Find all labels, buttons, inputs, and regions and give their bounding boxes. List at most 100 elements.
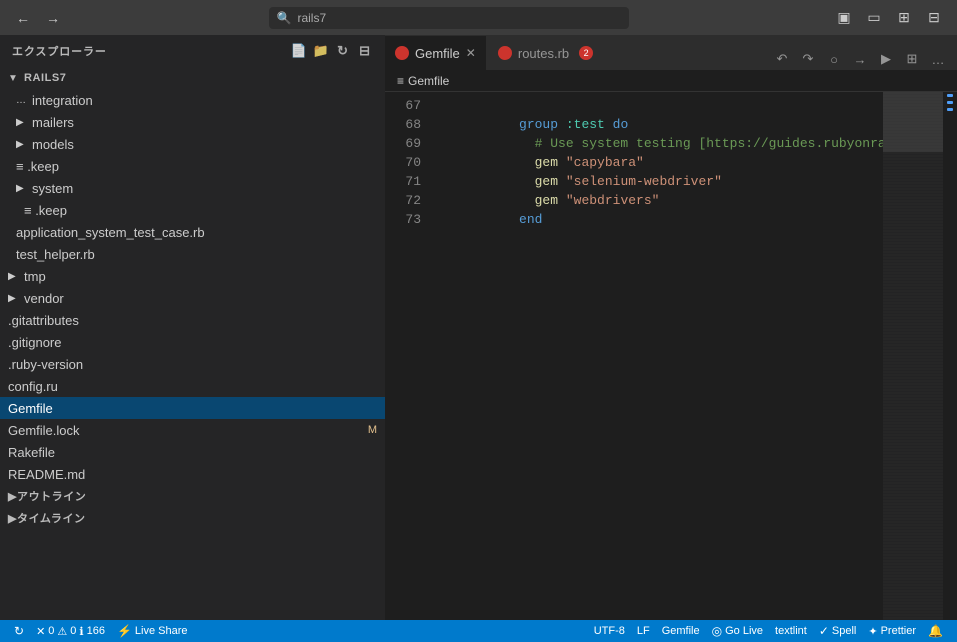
breadcrumb-icon: ≡ <box>397 74 404 88</box>
chevron-icon: ▶ <box>8 293 20 304</box>
tab-gemfile-label: Gemfile <box>415 46 460 61</box>
forward-button[interactable]: → <box>42 7 64 29</box>
sidebar-title: エクスプローラー <box>12 43 107 59</box>
minimap-slider[interactable] <box>883 92 943 152</box>
split-editor-button[interactable]: ⊞ <box>901 48 923 70</box>
textlint-button[interactable]: textlint <box>769 620 813 642</box>
status-bar: ↻ ✕ 0 ⚠ 0 ℹ 166 ⚡ Live Share UTF-8 LF Ge… <box>0 620 957 642</box>
routes-icon <box>498 46 512 60</box>
list-item[interactable]: Rakefile <box>0 441 385 463</box>
folder-label: system <box>32 181 73 196</box>
circle-button[interactable]: ○ <box>823 48 845 70</box>
list-item[interactable]: application_system_test_case.rb <box>0 221 385 243</box>
chevron-icon: ▼ <box>8 73 20 84</box>
back-button[interactable]: ← <box>12 7 34 29</box>
main-area: エクスプローラー 📄 📁 ↻ ⊟ ▼ RAILS7 … integration … <box>0 35 957 620</box>
line-ending-button[interactable]: LF <box>631 620 656 642</box>
go-live-button[interactable]: ◎ Go Live <box>706 620 769 642</box>
error-count: 0 <box>48 625 54 637</box>
chevron-icon: … <box>16 95 28 106</box>
more-actions-button[interactable]: … <box>927 48 949 70</box>
warning-count: 0 <box>70 625 76 637</box>
folder-label: integration <box>32 93 93 108</box>
list-item[interactable]: ▶ tmp <box>0 265 385 287</box>
tab-close-button[interactable]: ✕ <box>466 46 476 60</box>
prettier-icon: ✦ <box>868 625 877 638</box>
file-tree: ▼ RAILS7 … integration ▶ mailers ▶ model… <box>0 67 385 620</box>
list-item[interactable]: .gitattributes <box>0 309 385 331</box>
outline-label: アウトライン <box>17 488 86 504</box>
sidebar: エクスプローラー 📄 📁 ↻ ⊟ ▼ RAILS7 … integration … <box>0 35 385 620</box>
list-item[interactable]: ▶ mailers <box>0 111 385 133</box>
undo-button[interactable]: ↶ <box>771 48 793 70</box>
tab-routes-label: routes.rb <box>518 46 569 61</box>
list-item[interactable]: ▶ system <box>0 177 385 199</box>
timeline-section[interactable]: ▶ タイムライン <box>0 507 385 529</box>
errors-warnings[interactable]: ✕ 0 ⚠ 0 ℹ 166 <box>30 620 111 642</box>
list-item[interactable]: ▶ models <box>0 133 385 155</box>
list-item[interactable]: .gitignore <box>0 331 385 353</box>
sidebar-item-gemfile[interactable]: Gemfile <box>0 397 385 419</box>
breadcrumb: ≡ Gemfile <box>385 70 957 92</box>
list-item[interactable]: ≡ .keep <box>0 155 385 177</box>
editor-area: Gemfile ✕ routes.rb 2 ↶ ↷ ○ → ▶ ⊞ … ≡ Ge… <box>385 35 957 620</box>
file-label: Gemfile <box>8 401 53 416</box>
chevron-icon: ▶ <box>8 490 17 503</box>
spell-icon: ✓ <box>819 624 829 638</box>
line-number: 73 <box>385 210 421 229</box>
code-editor[interactable]: group :test do # Use system testing [htt… <box>433 92 883 620</box>
collapse-icon[interactable]: ⊟ <box>357 43 373 59</box>
tab-gemfile[interactable]: Gemfile ✕ <box>385 35 486 70</box>
play-button[interactable]: ▶ <box>875 48 897 70</box>
project-root[interactable]: ▼ RAILS7 <box>0 67 385 89</box>
list-item[interactable]: … integration <box>0 89 385 111</box>
tab-bar: Gemfile ✕ routes.rb 2 ↶ ↷ ○ → ▶ ⊞ … <box>385 35 957 70</box>
prettier-label: Prettier <box>881 625 916 637</box>
encoding-button[interactable]: UTF-8 <box>588 620 631 642</box>
language-button[interactable]: Gemfile <box>656 620 706 642</box>
sidebar-item-gemfile-lock[interactable]: Gemfile.lock M <box>0 419 385 441</box>
spell-button[interactable]: ✓ Spell <box>813 620 863 642</box>
live-share-label: Live Share <box>135 625 188 637</box>
outline-section[interactable]: ▶ アウトライン <box>0 485 385 507</box>
new-file-icon[interactable]: 📄 <box>291 43 307 59</box>
arrow-button[interactable]: → <box>849 48 871 70</box>
list-item[interactable]: ▶ vendor <box>0 287 385 309</box>
list-item[interactable]: test_helper.rb <box>0 243 385 265</box>
titlebar-nav: ← → <box>12 7 64 29</box>
list-item[interactable]: config.ru <box>0 375 385 397</box>
line-number: 71 <box>385 172 421 191</box>
live-share-button[interactable]: ⚡ Live Share <box>111 620 194 642</box>
spell-label: Spell <box>832 625 856 637</box>
refresh-icon[interactable]: ↻ <box>335 43 351 59</box>
list-item[interactable]: ≡ .keep <box>0 199 385 221</box>
search-text: rails7 <box>297 11 326 25</box>
sync-button[interactable]: ↻ <box>8 620 30 642</box>
info-icon: ℹ <box>79 625 83 638</box>
chevron-icon: ▶ <box>8 512 17 525</box>
folder-label: models <box>32 137 74 152</box>
go-live-icon: ◎ <box>712 624 722 638</box>
warning-icon: ⚠ <box>57 625 67 638</box>
window-icon-3[interactable]: ⊞ <box>893 7 915 29</box>
file-label: Rakefile <box>8 445 55 460</box>
error-badge: 2 <box>579 46 593 60</box>
window-icon-2[interactable]: ▭ <box>863 7 885 29</box>
prettier-button[interactable]: ✦ Prettier <box>862 620 922 642</box>
line-numbers: 67 68 69 70 71 72 73 <box>385 92 433 620</box>
line-number: 67 <box>385 96 421 115</box>
scrollbar-gutter <box>943 92 957 620</box>
window-icon-1[interactable]: ▣ <box>833 7 855 29</box>
window-icon-4[interactable]: ⊟ <box>923 7 945 29</box>
list-item[interactable]: .ruby-version <box>0 353 385 375</box>
list-item[interactable]: README.md <box>0 463 385 485</box>
folder-label: vendor <box>24 291 64 306</box>
minimap-content <box>883 92 943 620</box>
new-folder-icon[interactable]: 📁 <box>313 43 329 59</box>
tab-routes[interactable]: routes.rb 2 <box>488 35 603 70</box>
notification-icon: 🔔 <box>928 624 943 638</box>
redo-button[interactable]: ↷ <box>797 48 819 70</box>
chevron-icon: ▶ <box>16 139 28 150</box>
notification-button[interactable]: 🔔 <box>922 620 949 642</box>
search-bar[interactable]: 🔍 rails7 <box>269 7 629 29</box>
